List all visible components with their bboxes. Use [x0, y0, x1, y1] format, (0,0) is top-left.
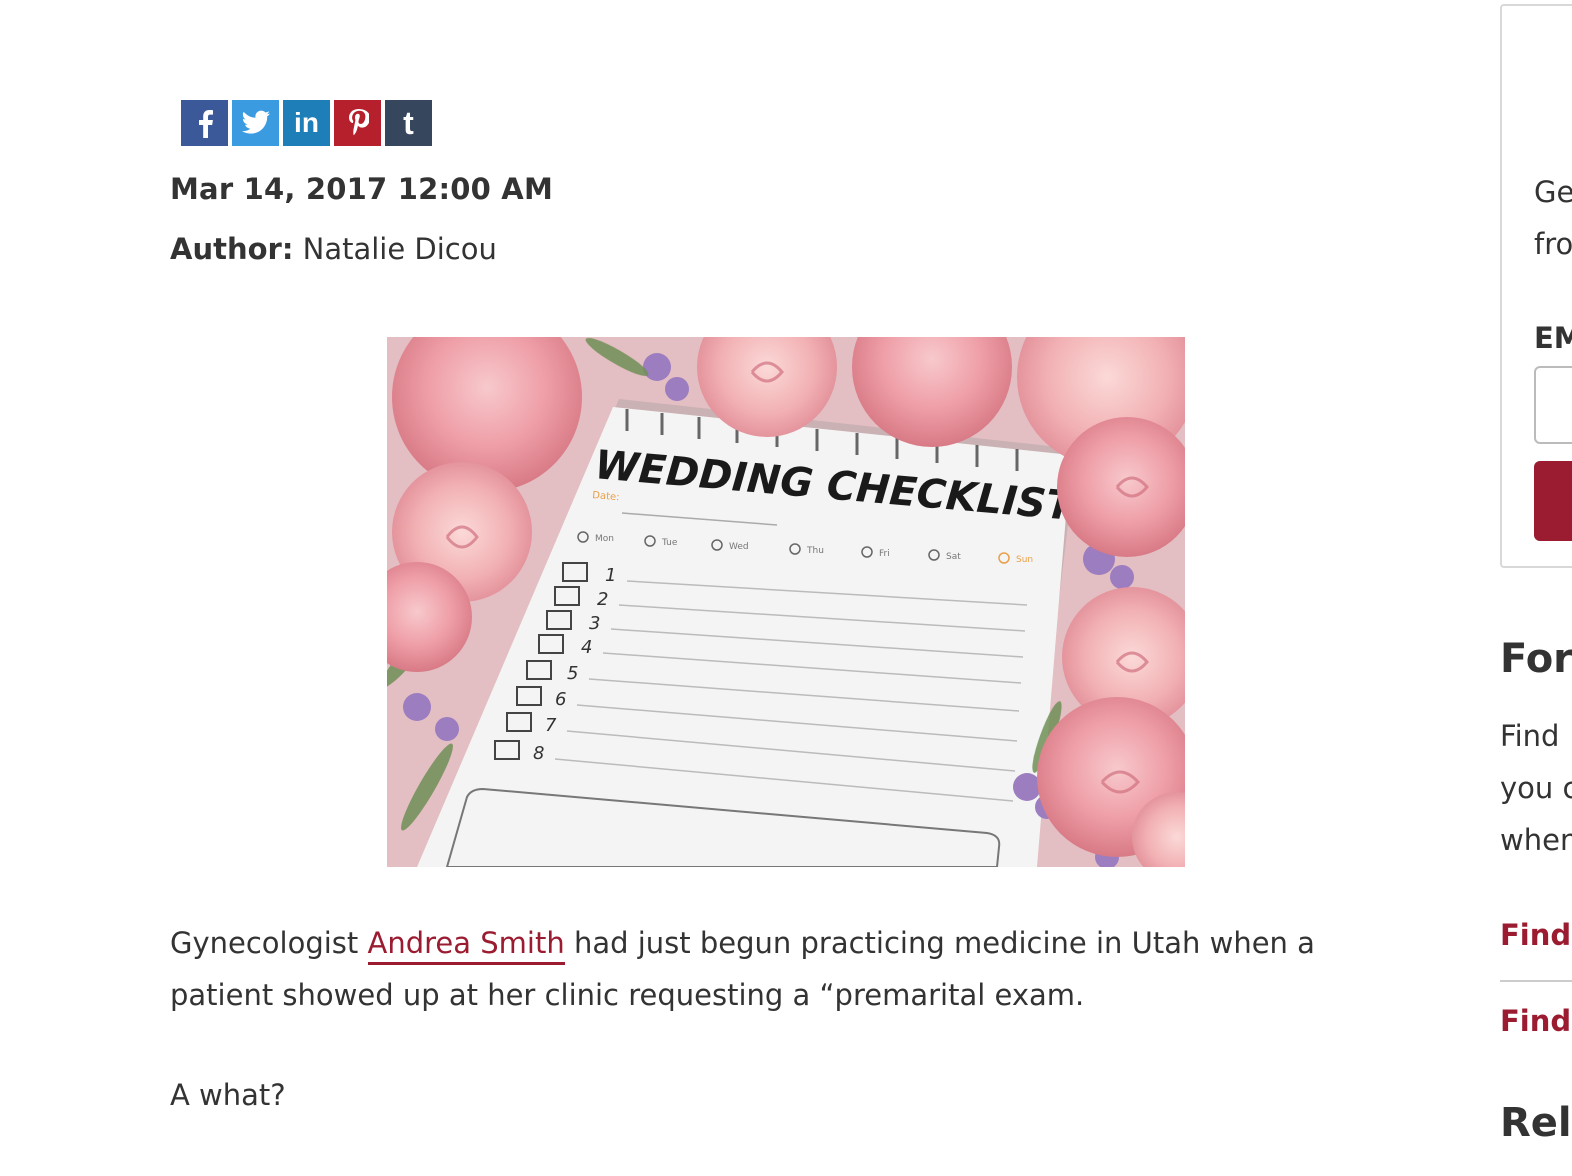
sidebar-text: Find	[1500, 719, 1560, 753]
twitter-icon	[241, 110, 271, 136]
share-twitter-button[interactable]	[232, 100, 279, 146]
article-paragraph: Gynecologist Andrea Smith had just begun…	[170, 917, 1390, 1021]
checklist-day: Mon	[595, 534, 614, 544]
article-hero-image: WEDDING CHECKLIST Date: Mon Tue Wed Thu …	[387, 337, 1185, 867]
checklist-day: Tue	[661, 538, 678, 548]
checklist-number: 3	[589, 613, 600, 634]
post-date: Mar 14, 2017 12:00 AM	[170, 172, 554, 206]
checklist-day: Fri	[879, 549, 890, 559]
article-text: Gynecologist	[170, 926, 368, 960]
pinterest-icon	[347, 108, 369, 138]
checklist-day: Sun	[1016, 555, 1033, 565]
article-paragraph: A what?	[170, 1078, 286, 1112]
facebook-icon	[195, 108, 215, 138]
andrea-smith-link[interactable]: Andrea Smith	[367, 926, 565, 965]
checklist-day: Wed	[729, 542, 749, 552]
post-author: Author: Natalie Dicou	[170, 232, 497, 266]
share-pinterest-button[interactable]	[334, 100, 381, 146]
checklist-day: Sat	[946, 552, 961, 562]
sidebar-text: you c	[1500, 771, 1572, 805]
newsletter-description: fro	[1534, 227, 1572, 261]
social-share-bar: in t	[181, 100, 432, 146]
checklist-number: 8	[533, 743, 544, 764]
share-tumblr-button[interactable]: t	[385, 100, 432, 146]
checklist-day: Thu	[806, 546, 824, 556]
author-label: Author:	[170, 232, 294, 266]
author-name: Natalie Dicou	[302, 232, 497, 266]
related-heading: Rel	[1500, 1100, 1572, 1146]
checklist-number: 6	[555, 689, 566, 710]
checklist-number: 5	[567, 663, 578, 684]
checklist-number: 2	[597, 589, 608, 610]
checklist-number: 1	[605, 565, 616, 586]
newsletter-signup-box: Ge fro EM	[1500, 4, 1572, 568]
checklist-number: 4	[581, 637, 592, 658]
email-input[interactable]	[1534, 366, 1572, 444]
email-label: EM	[1534, 321, 1572, 355]
share-linkedin-button[interactable]: in	[283, 100, 330, 146]
share-facebook-button[interactable]	[181, 100, 228, 146]
tumblr-icon: t	[403, 105, 414, 141]
checklist-number: 7	[545, 715, 557, 736]
subscribe-button[interactable]	[1534, 461, 1572, 541]
linkedin-icon: in	[294, 107, 319, 138]
sidebar-heading: For	[1500, 636, 1572, 682]
sidebar-text: when	[1500, 823, 1572, 857]
newsletter-description: Ge	[1534, 175, 1572, 209]
sidebar-find-link[interactable]: Find	[1500, 1004, 1571, 1038]
sidebar-find-link[interactable]: Find	[1500, 918, 1571, 952]
sidebar-divider	[1500, 980, 1572, 982]
